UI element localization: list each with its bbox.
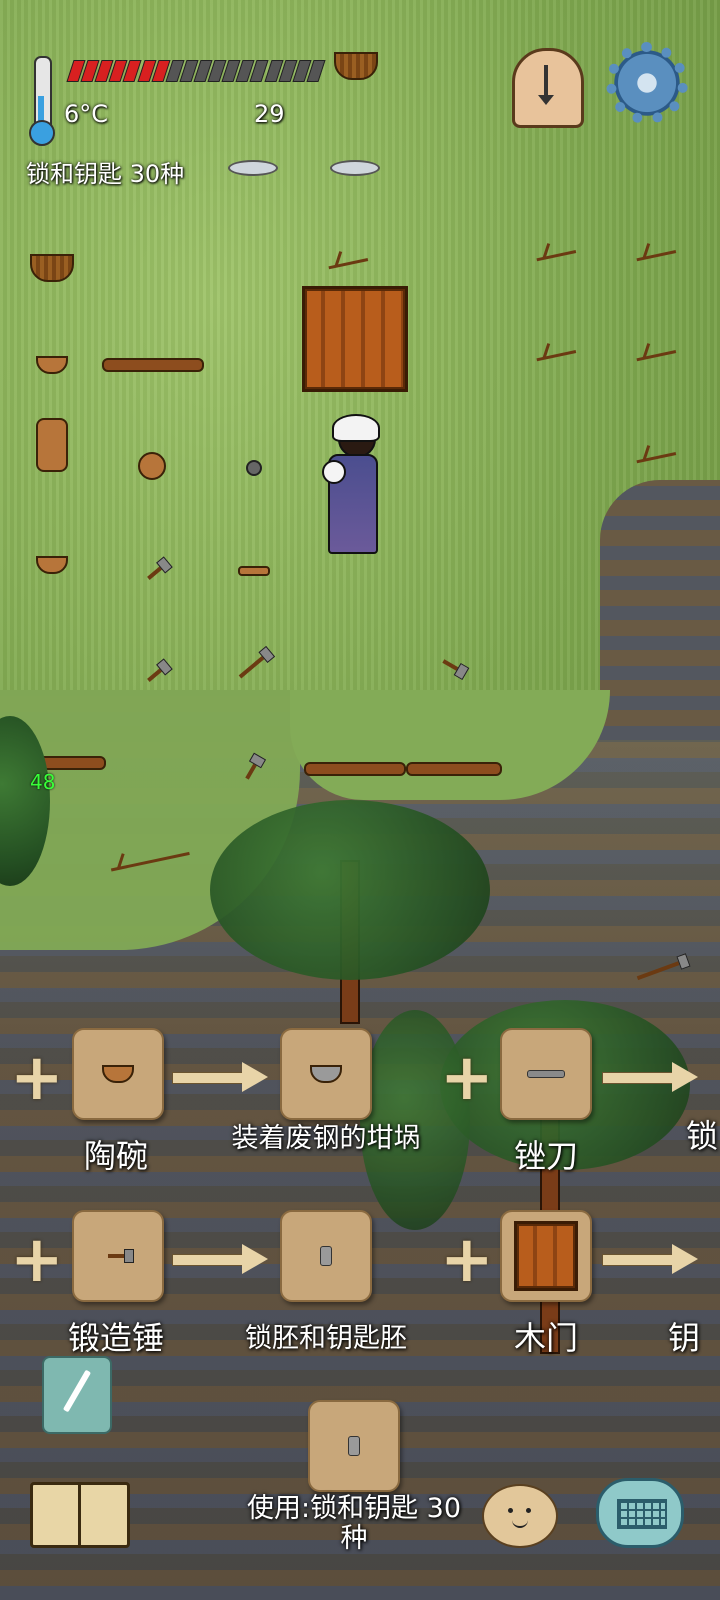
ingredient-tile-clay-bowl[interactable] [72, 1028, 164, 1120]
flat-bread-item[interactable] [238, 566, 270, 576]
ingredient-tile-wooden-door[interactable] [500, 1210, 592, 1302]
spear-item[interactable] [406, 762, 502, 776]
wooden-shaft-item[interactable] [304, 762, 406, 776]
file-icon [527, 1070, 565, 1078]
steel-ingot-item[interactable] [228, 160, 278, 176]
steel-ingot-item[interactable] [330, 160, 380, 176]
pencil-icon [62, 1369, 92, 1413]
use-label: 使用:锁和钥匙 30种 [246, 1493, 462, 1554]
arrow-right-icon [602, 1062, 698, 1092]
wooden-shaft-item[interactable] [102, 358, 204, 372]
wooden-door-icon [514, 1221, 578, 1291]
plus-icon: + [10, 1223, 64, 1297]
result-label: 装着废钢的坩埚 [231, 1123, 421, 1154]
nearby-number: 48 [30, 770, 56, 794]
recipe-book-icon[interactable] [30, 1482, 130, 1548]
ingredient-label: 锉刀 [513, 1137, 578, 1175]
eye [508, 1508, 513, 1513]
arrow-right-icon [602, 1244, 698, 1274]
lock-key-icon [348, 1436, 360, 1456]
smithing-hammer-icon [108, 1249, 134, 1263]
result-label-partial: 锁 [686, 1117, 719, 1155]
keyboard-chat-button[interactable] [596, 1478, 684, 1548]
ingredient-label: 锻造锤 [67, 1319, 164, 1357]
bowl-stack-item[interactable] [36, 418, 68, 472]
player-character[interactable] [322, 414, 380, 554]
crucible-icon [310, 1065, 342, 1083]
result-tile-lock-key-blank[interactable] [280, 1210, 372, 1302]
arrow-right-icon [172, 1244, 268, 1274]
plus-icon: + [440, 1223, 494, 1297]
lock-blank-icon [320, 1246, 332, 1266]
basket-item[interactable] [334, 52, 378, 80]
result-label-partial: 钥 [668, 1319, 701, 1357]
cypress-tree [210, 800, 490, 980]
clock-arrow [538, 65, 554, 105]
swamp-edge [600, 480, 720, 740]
keyboard-icon [617, 1499, 667, 1529]
thermometer-icon [26, 56, 56, 146]
ingredient-label: 陶碗 [83, 1137, 148, 1175]
emote-face-icon[interactable] [482, 1484, 558, 1548]
plus-icon: + [10, 1041, 64, 1115]
result-label: 锁胚和钥匙胚 [245, 1323, 407, 1354]
recipe-hint-title[interactable]: 锁和钥匙 30种 [26, 154, 184, 189]
baby-panda [322, 460, 346, 484]
use-tile-lock-key[interactable] [308, 1400, 400, 1492]
clock-icon[interactable] [512, 48, 584, 128]
wooden-door-item[interactable] [302, 286, 408, 392]
burdock-item[interactable] [138, 452, 166, 480]
ingredient-tile-file[interactable] [500, 1028, 592, 1120]
thermometer-bulb [29, 120, 55, 146]
round-stone-item[interactable] [246, 460, 262, 476]
ingredient-tile-smithing-hammer[interactable] [72, 1210, 164, 1302]
result-tile-crucible[interactable] [280, 1028, 372, 1120]
basket-item[interactable] [30, 254, 74, 282]
food-bar [66, 60, 326, 82]
arrow-right-icon [172, 1062, 268, 1092]
yum-counter: 29 [254, 100, 285, 128]
gear-icon[interactable] [606, 42, 688, 124]
plus-icon: + [440, 1041, 494, 1115]
mouth [512, 1518, 528, 1528]
panda-hat [332, 414, 380, 442]
ingredient-label: 木门 [513, 1319, 578, 1357]
eye [526, 1508, 531, 1513]
clay-bowl-icon [102, 1065, 134, 1083]
pencil-button[interactable] [42, 1356, 112, 1434]
temperature-readout: 6°C [64, 100, 109, 128]
